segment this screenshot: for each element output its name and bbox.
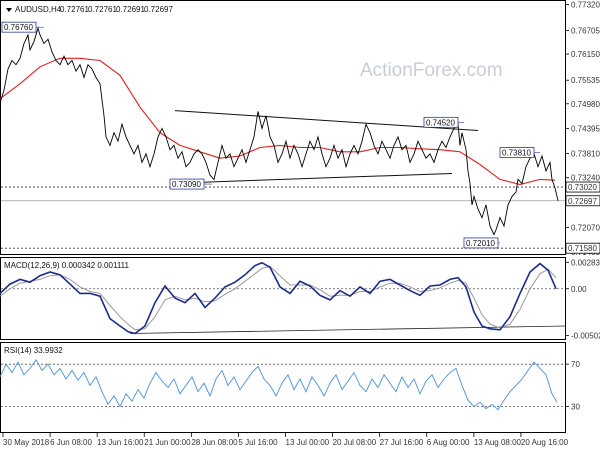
price-labels: 0.73020 0.72697 0.71580 [565,181,600,254]
macd-y-tick-label: 0.00 [571,285,587,294]
rsi-header: RSI(14) 33.9932 [4,346,63,355]
rsi-y-tick-label: 30 [571,403,580,412]
watermark: ActionForex.com [360,60,503,81]
x-tick-label: 27 Jul 16:00 [380,438,424,447]
price-tag-label: 0.71580 [568,244,597,253]
price-y-tick-label: 0.72070 [571,223,600,232]
x-tick-label: 6 Aug 00:00 [427,438,470,447]
price-annotation-label: 0.72010 [466,239,495,248]
ohlc-close: 0.72697 [144,5,173,14]
price-y-tick-label: 0.76705 [571,27,600,36]
price-y-tick-label: 0.73240 [571,174,600,183]
x-tick-label: 13 Aug 08:00 [474,438,522,447]
rsi-y-axis: 70 30 [565,360,580,412]
price-y-tick-label: 0.74980 [571,100,600,109]
macd-y-tick-label: 0.002839 [571,258,600,267]
price-tag-label: 0.73020 [568,183,597,192]
x-tick-label: 13 Jun 16:00 [97,438,144,447]
price-tag-label: 0.72697 [568,197,597,206]
x-tick-label: 21 Jun 00:00 [144,438,191,447]
macd-signal-line [0,265,557,331]
price-panel-frame [0,0,566,255]
price-y-tick-label: 0.74395 [571,125,600,134]
price-y-tick-label: 0.73810 [571,149,600,158]
x-tick-label: 28 Jun 08:00 [191,438,238,447]
x-tick-label: 20 Jul 08:00 [333,438,377,447]
triangle-down-icon[interactable] [6,8,12,12]
price-annotation-label: 0.76760 [4,23,33,32]
price-y-tick-label: 0.75535 [571,76,600,85]
ohlc-high: 0.72761 [88,5,117,14]
x-tick-label: 20 Aug 16:00 [521,438,569,447]
rsi-panel-frame [0,342,566,433]
x-tick-label: 13 Jul 00:00 [286,438,330,447]
rsi-line [0,359,558,411]
x-tick-label: 5 Jul 16:00 [238,438,278,447]
price-trendline [174,172,453,184]
symbol-header: AUDUSD,H4 [15,5,62,14]
x-tick-label: 6 Jun 08:00 [50,438,92,447]
time-x-axis: 30 May 2018 6 Jun 08:00 13 Jun 16:00 21 Jun… [2,433,569,447]
rsi-y-tick-label: 70 [571,360,580,369]
price-annotation-label: 0.73810 [502,148,531,157]
price-y-tick-label: 0.77320 [571,0,600,9]
forex-chart: ActionForex.com AUDUSD,H4 0.72761 0.7276… [0,0,600,447]
price-y-tick-label: 0.76150 [571,50,600,59]
price-annotation-label: 0.73090 [172,180,201,189]
price-y-axis: 0.77320 0.76705 0.76150 0.75535 0.74980 0.743… [565,0,600,257]
macd-y-axis: 0.002839 0.00 -0.005021 [565,258,600,341]
macd-y-tick-label: -0.005021 [571,332,600,341]
ohlc-low: 0.72691 [116,5,145,14]
ohlc-open: 0.72761 [60,5,89,14]
macd-header: MACD(12,26,9) 0.000342 0.001111 [4,261,130,270]
price-annotation-label: 0.74520 [426,118,455,127]
x-tick-label: 30 May 2018 [3,438,50,447]
rsi-level-lines [1,363,565,407]
